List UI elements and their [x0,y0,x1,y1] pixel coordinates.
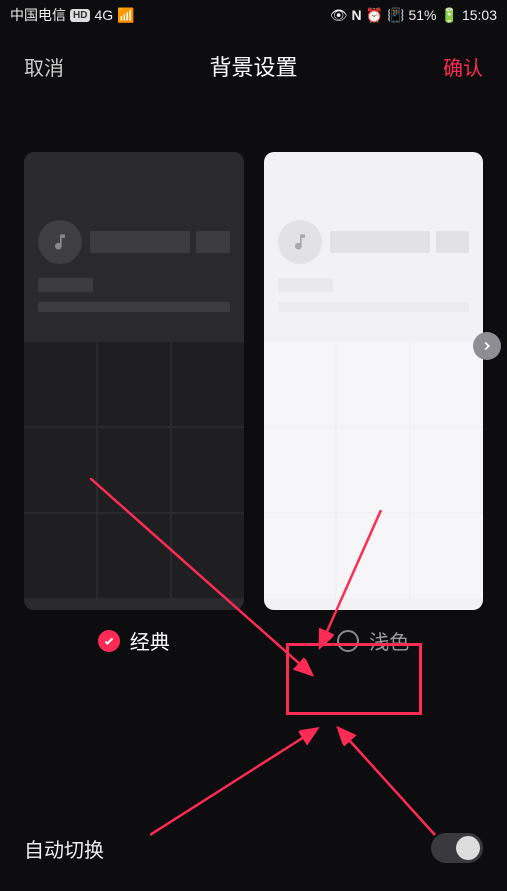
radio-checked-icon [98,630,120,652]
avatar-placeholder [38,220,82,264]
grid-cell [98,514,170,598]
preview-lines [90,231,230,253]
network-label: 4G [94,7,113,23]
auto-switch-row: 自动切换 [0,833,507,863]
grid-cell [264,342,336,426]
grid-cell [411,514,483,598]
preview-sub-bar [278,278,333,292]
confirm-button[interactable]: 确认 [443,52,483,81]
cancel-button[interactable]: 取消 [24,52,64,81]
grid-cell [24,342,96,426]
grid-cell [337,514,409,598]
status-left: 中国电信 HD 4G 📶 [10,5,135,25]
nfc-icon: N [351,7,361,23]
grid-cell [411,342,483,426]
preview-lines [330,231,470,253]
time-label: 15:03 [462,7,497,23]
theme-card-light[interactable] [264,152,484,610]
preview-bar [436,231,469,253]
preview-long-bar [278,302,470,312]
annotation-arrow [330,720,440,840]
alarm-icon: ⏰ [366,7,383,24]
music-note-icon [290,232,310,252]
theme-label-text: 浅色 [369,626,409,655]
preview-profile-row [264,152,484,264]
grid-cell [24,428,96,512]
header: 取消 背景设置 确认 [0,30,507,82]
chevron-right-icon [480,339,494,353]
preview-bar [196,231,229,253]
annotation-arrow [150,720,330,840]
theme-option-classic[interactable]: 经典 [24,626,244,655]
switch-knob [456,836,480,860]
grid-cell [337,428,409,512]
battery-icon: 🔋 [441,7,458,24]
music-note-icon [50,232,70,252]
carrier-label: 中国电信 [10,5,66,25]
next-theme-button[interactable] [473,332,501,360]
status-right: 👁 N ⏰ 📳 51% 🔋 15:03 [330,7,497,24]
preview-sub-bar [38,278,93,292]
auto-switch-toggle[interactable] [431,833,483,863]
theme-option-light[interactable]: 浅色 [264,626,484,655]
preview-bar [330,231,430,253]
grid-cell [411,428,483,512]
grid-cell [172,428,244,512]
theme-labels: 经典 浅色 [0,610,507,655]
preview-grid [264,342,484,598]
radio-unchecked-icon [337,630,359,652]
battery-percent: 51% [408,7,436,23]
page-title: 背景设置 [209,50,297,82]
preview-grid [24,342,244,598]
avatar-placeholder [278,220,322,264]
auto-switch-label: 自动切换 [24,834,104,863]
grid-cell [264,428,336,512]
preview-long-bar [38,302,230,312]
preview-profile-row [24,152,244,264]
theme-card-classic[interactable] [24,152,244,610]
grid-cell [98,342,170,426]
theme-label-text: 经典 [130,626,170,655]
signal-icon: 📶 [117,7,134,24]
theme-cards [0,82,507,610]
vibrate-icon: 📳 [387,7,404,24]
status-bar: 中国电信 HD 4G 📶 👁 N ⏰ 📳 51% 🔋 15:03 [0,0,507,30]
hd-badge: HD [70,9,90,22]
check-icon [103,635,115,647]
eye-icon: 👁 [330,7,348,24]
grid-cell [264,514,336,598]
grid-cell [24,514,96,598]
grid-cell [172,342,244,426]
grid-cell [172,514,244,598]
preview-bar [90,231,190,253]
grid-cell [337,342,409,426]
grid-cell [98,428,170,512]
